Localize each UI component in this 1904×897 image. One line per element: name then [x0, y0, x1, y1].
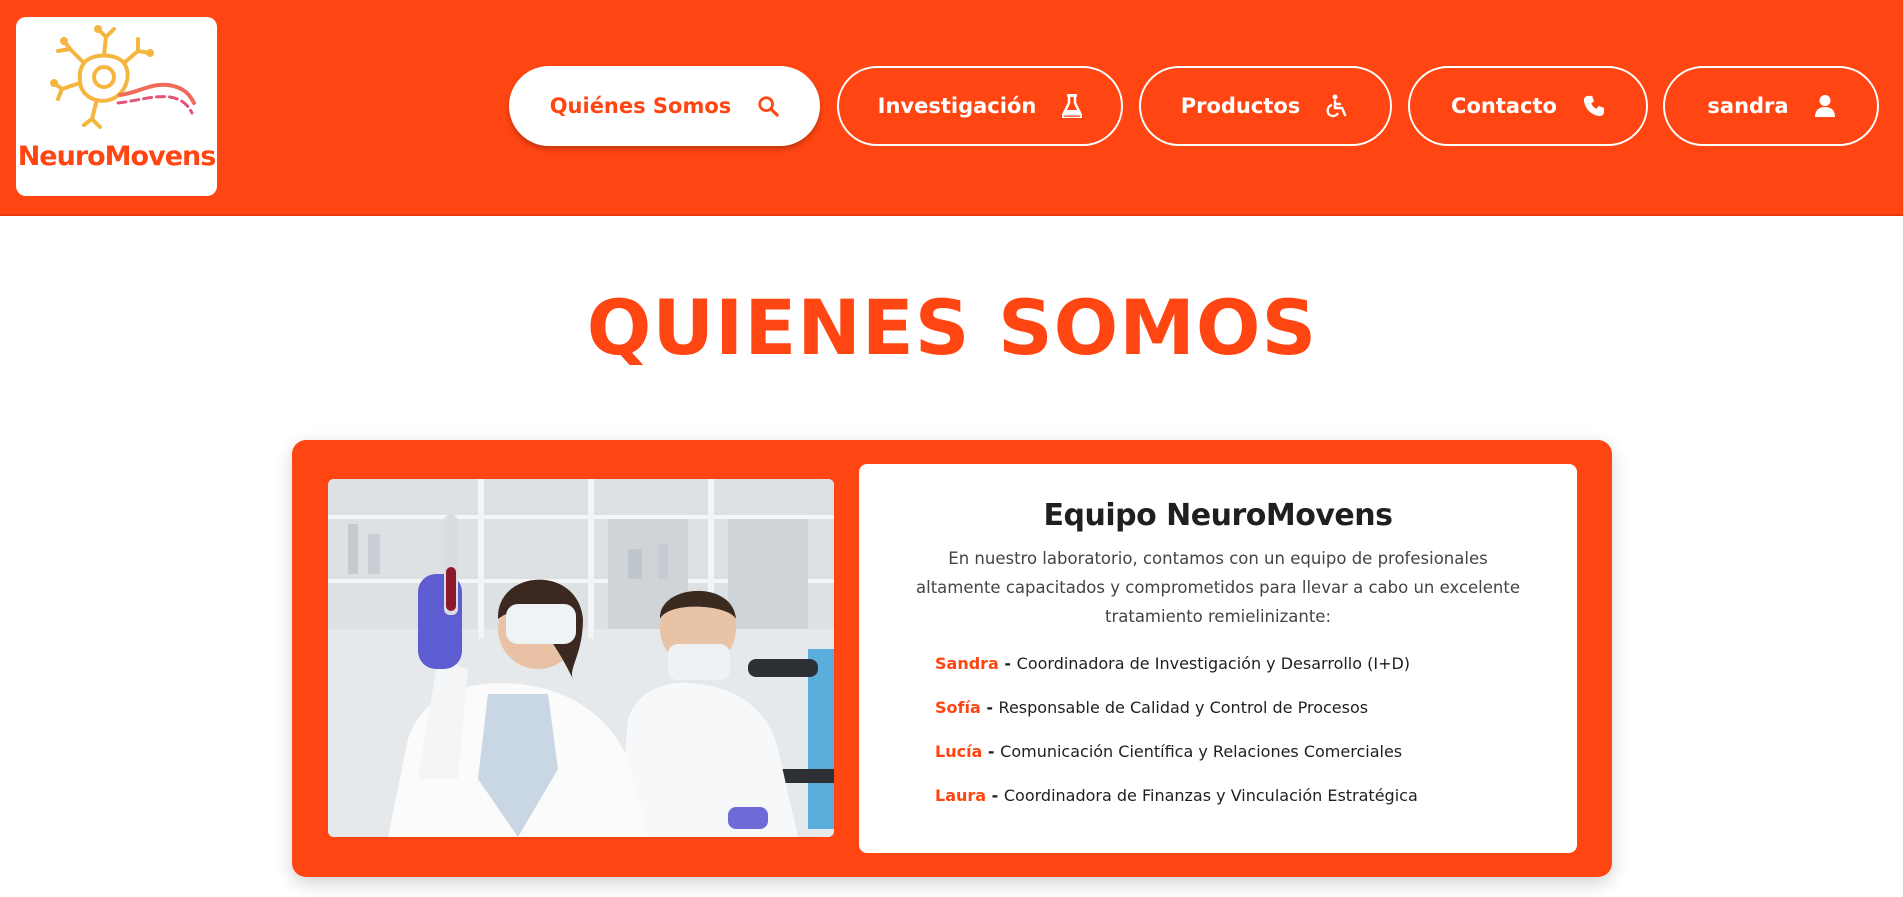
member-separator: - — [982, 742, 1001, 761]
brand-name: NeuroMovens — [17, 141, 217, 172]
member-separator: - — [986, 786, 1004, 805]
member-role: Coordinadora de Investigación y Desarrol… — [1016, 654, 1411, 673]
member-role: Comunicación Científica y Relaciones Com… — [1000, 742, 1403, 761]
nav-label-contacto: Contacto — [1451, 94, 1557, 118]
nav-item-contacto[interactable]: Contacto — [1408, 66, 1648, 146]
member-name: Sofía — [935, 698, 981, 717]
nav-item-productos[interactable]: Productos — [1139, 66, 1392, 146]
team-member: Sofía - Responsable de Calidad y Control… — [935, 697, 1418, 741]
lab-scientists-photo — [328, 479, 834, 837]
member-separator: - — [980, 698, 999, 717]
nav-label-productos: Productos — [1180, 94, 1301, 118]
neuron-logo-icon — [50, 25, 196, 129]
nav-item-quienes-somos[interactable]: Quiénes Somos — [509, 66, 820, 146]
member-name: Laura — [935, 786, 987, 805]
flask-icon — [1062, 94, 1083, 118]
member-role: Coordinadora de Finanzas y Vinculación E… — [1003, 786, 1418, 805]
nav-label-user: sandra — [1707, 94, 1789, 118]
nav-item-investigacion[interactable]: Investigación — [837, 66, 1123, 146]
top-navbar: NeuroMovens Quiénes Somos Investigación … — [0, 0, 1904, 216]
team-member-list: Sandra - Coordinadora de Investigación y… — [935, 653, 1418, 829]
brand-logo[interactable]: NeuroMovens — [16, 17, 217, 196]
team-member: Lucía - Comunicación Científica y Relaci… — [935, 741, 1418, 785]
wheelchair-icon — [1326, 94, 1347, 118]
lab-scene-image — [328, 479, 834, 837]
nav-item-user[interactable]: sandra — [1663, 66, 1879, 146]
team-card: Equipo NeuroMovens En nuestro laboratori… — [292, 440, 1612, 877]
nav-label-investigacion: Investigación — [877, 94, 1037, 118]
team-member: Laura - Coordinadora de Finanzas y Vincu… — [935, 785, 1418, 829]
member-role: Responsable de Calidad y Control de Proc… — [998, 698, 1369, 717]
user-icon — [1814, 95, 1835, 117]
team-description: En nuestro laboratorio, contamos con un … — [916, 549, 1520, 626]
nav-label-quienes-somos: Quiénes Somos — [549, 94, 732, 118]
member-name: Sandra — [935, 654, 999, 673]
team-member: Sandra - Coordinadora de Investigación y… — [935, 653, 1418, 697]
page-title: QUIENES SOMOS — [586, 283, 1318, 372]
phone-icon — [1583, 95, 1605, 117]
team-info-panel: Equipo NeuroMovens En nuestro laboratori… — [859, 464, 1577, 853]
member-name: Lucía — [935, 742, 983, 761]
search-icon — [758, 96, 780, 117]
team-title: Equipo NeuroMovens — [1043, 498, 1393, 533]
member-separator: - — [998, 654, 1017, 673]
